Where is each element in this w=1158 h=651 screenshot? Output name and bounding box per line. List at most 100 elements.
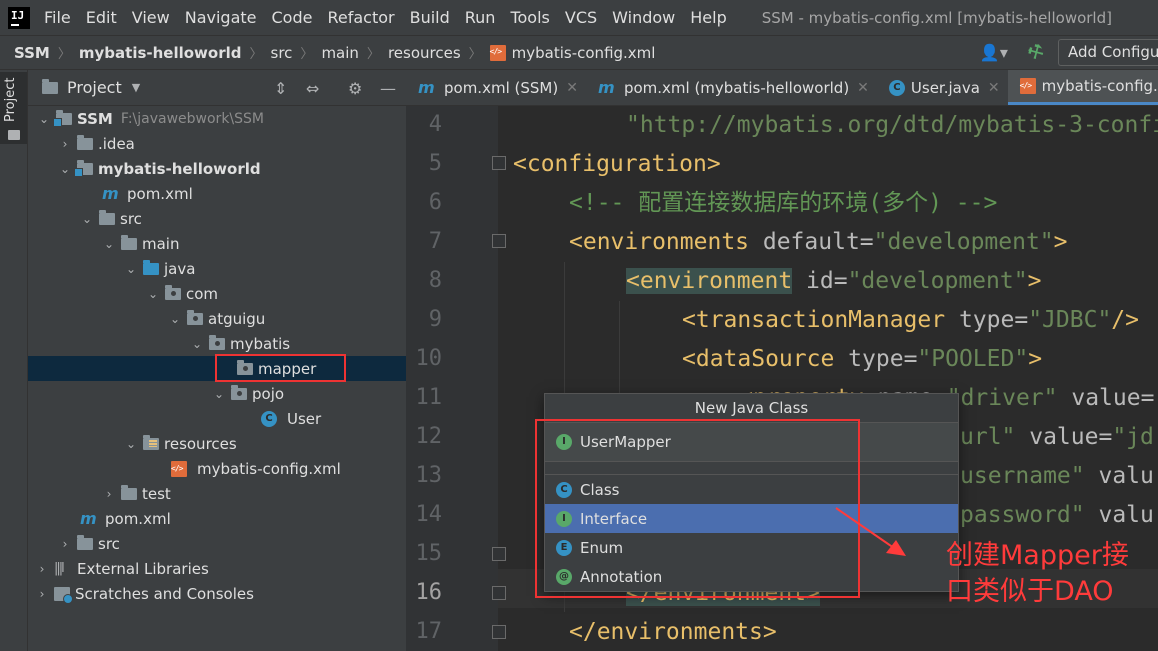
menu-view[interactable]: View [132,8,170,27]
tree-item-mapper[interactable]: mapper [28,356,406,381]
kind-label: Annotation [580,567,663,586]
code-line-10: <dataSource type="POOLED"> [682,346,1043,372]
menu-code[interactable]: Code [272,8,313,27]
chevron-down-icon[interactable]: ⌄ [211,387,227,401]
chevron-down-icon[interactable]: ⌄ [189,337,205,351]
chevron-down-icon[interactable]: ⌄ [145,287,161,301]
kind-option-interface[interactable]: I Interface [545,504,958,533]
breadcrumb-resources[interactable]: resources [388,44,461,62]
tree-item-scratches[interactable]: › Scratches and Consoles [28,581,406,606]
tree-item-mybatis-helloworld[interactable]: ⌄ mybatis-helloworld [28,156,406,181]
project-tool-window-tab[interactable]: Project [0,72,27,144]
maven-icon: m [102,184,119,203]
tree-item-label: Scratches and Consoles [75,584,254,603]
fold-marker-icon[interactable] [492,586,506,600]
tree-item-label: mybatis [230,334,291,353]
tree-item-com[interactable]: ⌄ com [28,281,406,306]
tree-item-ssm[interactable]: ⌄ SSM F:\javawebwork\SSM [28,106,406,131]
kind-option-enum[interactable]: E Enum [545,533,958,562]
tree-item-java[interactable]: ⌄ java [28,256,406,281]
chevron-right-icon: 〉 [468,47,482,62]
chevron-right-icon[interactable]: › [101,487,117,501]
expand-all-icon[interactable]: ⇕ [274,79,287,98]
menu-run[interactable]: Run [465,8,496,27]
tree-item-idea[interactable]: › .idea [28,131,406,156]
fold-marker-icon[interactable] [492,156,506,170]
tab-pom-ssm[interactable]: m pom.xml (SSM) ✕ [406,70,586,105]
chevron-down-icon[interactable]: ▼ [132,81,140,94]
breadcrumb-module[interactable]: mybatis-helloworld [79,44,242,62]
close-icon[interactable]: ✕ [988,80,1000,96]
chevron-right-icon[interactable]: › [34,587,50,601]
tab-user-java[interactable]: C User.java ✕ [877,70,1008,105]
collapse-all-icon[interactable]: ⇔ [306,79,319,98]
chevron-down-icon[interactable]: ⌄ [101,237,117,251]
fold-marker-icon[interactable] [492,547,506,561]
chevron-down-icon[interactable]: ⌄ [167,312,183,326]
tree-item-mybatis-config[interactable]: mybatis-config.xml [28,456,406,481]
chevron-right-icon[interactable]: › [57,137,73,151]
tree-item-mybatis[interactable]: ⌄ mybatis [28,331,406,356]
package-icon [237,359,253,375]
chevron-down-icon[interactable]: ⌄ [123,437,139,451]
chevron-down-icon[interactable]: ⌄ [57,162,73,176]
scratches-icon [54,586,73,604]
tree-item-src-root[interactable]: › src [28,531,406,556]
tree-item-label: resources [164,434,237,453]
code-line-9: <transactionManager type="JDBC"/> [682,307,1139,333]
tree-item-user-class[interactable]: C User [28,406,406,431]
kind-option-class[interactable]: C Class [545,475,958,504]
kind-label: Interface [580,509,648,528]
fold-marker-icon[interactable] [492,234,506,248]
tree-item-main[interactable]: ⌄ main [28,231,406,256]
class-icon: C [556,481,572,498]
tree-item-label: mapper [258,359,317,378]
build-hammer-icon[interactable]: ⚒ [1024,39,1048,65]
menu-vcs[interactable]: VCS [565,8,597,27]
menu-refactor[interactable]: Refactor [327,8,394,27]
menu-tools[interactable]: Tools [510,8,549,27]
menu-navigate[interactable]: Navigate [185,8,257,27]
menu-edit[interactable]: Edit [86,8,117,27]
tree-item-label: atguigu [208,309,266,328]
chevron-right-icon: 〉 [300,47,314,62]
fold-marker-icon[interactable] [492,625,506,639]
tree-item-pom-root[interactable]: m pom.xml [28,506,406,531]
tree-item-pom-module[interactable]: m pom.xml [28,181,406,206]
kind-option-annotation[interactable]: @ Annotation [545,562,958,591]
tree-item-test[interactable]: › test [28,481,406,506]
chevron-right-icon[interactable]: › [34,562,50,576]
chevron-down-icon[interactable]: ⌄ [36,112,52,126]
breadcrumb-main[interactable]: main [321,44,358,62]
tab-mybatis-config[interactable]: mybatis-config.xml [1007,70,1158,105]
tree-item-pojo[interactable]: ⌄ pojo [28,381,406,406]
tree-item-resources[interactable]: ⌄ resources [28,431,406,456]
tree-item-atguigu[interactable]: ⌄ atguigu [28,306,406,331]
menu-window[interactable]: Window [612,8,675,27]
resources-folder-icon [143,434,159,450]
tree-item-src[interactable]: ⌄ src [28,206,406,231]
breadcrumb-src[interactable]: src [271,44,293,62]
tab-pom-module[interactable]: m pom.xml (mybatis-helloworld) ✕ [586,70,877,105]
gear-icon[interactable]: ⚙ [348,79,362,98]
menu-file[interactable]: File [44,8,71,27]
tree-item-external-libraries[interactable]: › |||l External Libraries [28,556,406,581]
folder-icon [99,209,115,225]
breadcrumb-file[interactable]: mybatis-config.xml [512,44,656,62]
minimize-icon[interactable]: — [380,79,396,98]
class-name-input[interactable] [580,433,880,451]
close-icon[interactable]: ✕ [857,80,869,96]
close-icon[interactable]: ✕ [566,80,578,96]
chevron-down-icon[interactable]: ⌄ [123,262,139,276]
add-configuration-button[interactable]: Add Configuration... [1058,39,1158,66]
menu-help[interactable]: Help [690,8,726,27]
menu-bar: IJ File Edit View Navigate Code Refactor… [0,0,1158,35]
breadcrumb-ssm[interactable]: SSM [14,44,50,62]
chevron-down-icon[interactable]: ⌄ [79,212,95,226]
menu-build[interactable]: Build [410,8,450,27]
line-number: 6 [428,190,442,215]
user-account-icon[interactable]: 👤▾ [980,43,1008,62]
project-view-title[interactable]: Project [67,78,122,97]
popup-title: New Java Class [545,394,958,422]
chevron-right-icon[interactable]: › [57,537,73,551]
